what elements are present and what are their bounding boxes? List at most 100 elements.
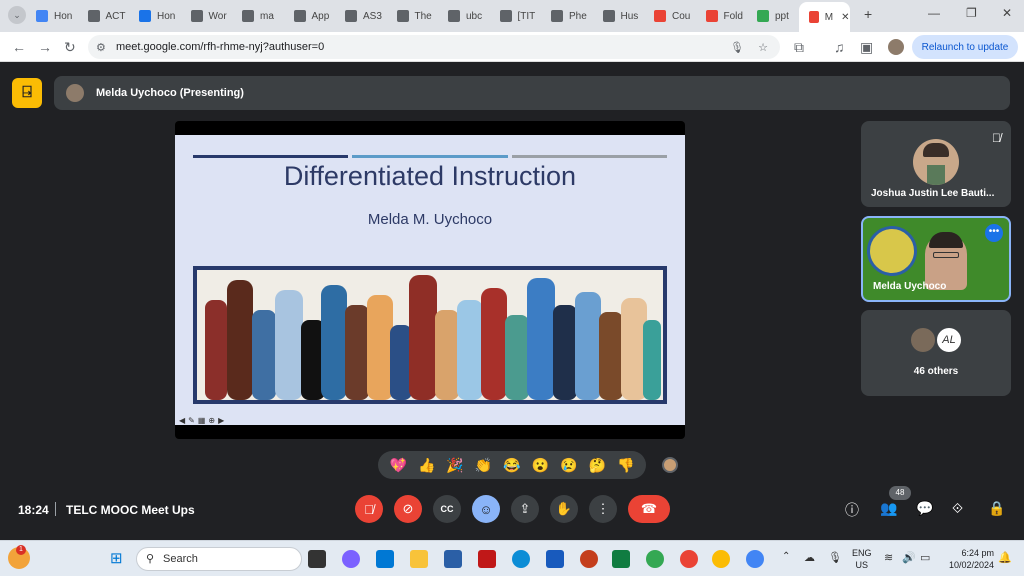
chrome-profile-2-icon[interactable] — [712, 550, 730, 568]
chrome-profile-3-icon[interactable] — [746, 550, 764, 568]
tab-favicon-icon — [87, 10, 100, 22]
reaction-emoji[interactable]: 😮 — [532, 457, 549, 474]
people-icon[interactable]: 👥 — [880, 500, 897, 517]
tray-chevron-icon[interactable]: ⌃ — [782, 551, 790, 562]
browser-tab[interactable]: ubc — [438, 4, 489, 28]
task-view-icon[interactable] — [308, 550, 326, 568]
file-explorer-icon[interactable] — [410, 550, 428, 568]
word-icon[interactable] — [546, 550, 564, 568]
excel-icon[interactable] — [612, 550, 630, 568]
browser-tab[interactable]: ppt — [747, 4, 798, 28]
browser-tab[interactable]: M ✕ — [798, 2, 850, 32]
reaction-emoji[interactable]: 😢 — [560, 457, 577, 474]
back-icon[interactable]: ← — [12, 39, 26, 55]
close-window-button[interactable]: ✕ — [1002, 6, 1012, 20]
maximize-button[interactable]: ❐ — [966, 6, 977, 20]
browser-tab[interactable]: [TIT — [490, 4, 541, 28]
tab-favicon-icon — [36, 10, 48, 22]
powerpoint-icon[interactable] — [580, 550, 598, 568]
prev-slide-icon[interactable]: ◀ — [179, 416, 185, 425]
slide-controls: ◀ ✎ ▦ ⊕ ▶ — [179, 416, 224, 425]
taskbar-search[interactable]: ⚲ Search — [136, 547, 302, 571]
tab-label: AS3 — [363, 10, 382, 22]
widgets-icon[interactable] — [376, 550, 394, 568]
bookmark-star-icon[interactable]: ☆ — [758, 41, 768, 54]
reaction-emoji[interactable]: 🎉 — [446, 457, 463, 474]
browser-tab[interactable]: ACT — [78, 4, 129, 28]
store-icon[interactable] — [444, 550, 462, 568]
wifi-icon[interactable]: ≋ — [884, 551, 893, 564]
slide-grid-icon[interactable]: ▦ — [198, 416, 206, 425]
browser-tab[interactable]: Cou — [644, 4, 695, 28]
browser-tab[interactable]: Wor — [181, 4, 232, 28]
sidepanel-icon[interactable]: ▣ — [860, 39, 873, 56]
raised-hands-illustration — [205, 275, 661, 400]
presenting-label: Melda Uychoco (Presenting) — [96, 87, 244, 99]
reaction-emoji[interactable]: 👍 — [418, 457, 435, 474]
reaction-emoji[interactable]: 😂 — [503, 457, 520, 474]
clock[interactable]: 6:24 pm 10/02/2024 — [936, 547, 994, 571]
new-tab-button[interactable]: + — [864, 6, 872, 22]
browser-tab[interactable]: App — [284, 4, 335, 28]
minimize-button[interactable]: — — [928, 6, 940, 20]
notifications-bell-icon[interactable]: 🔔 — [998, 551, 1012, 564]
participant-tile-joshua[interactable]: 🎙̸ Joshua Justin Lee Bauti... — [861, 121, 1011, 207]
raise-hand-button[interactable]: ✋ — [550, 495, 578, 523]
more-options-button[interactable]: ⋮ — [589, 495, 617, 523]
chat-app-icon[interactable] — [342, 550, 360, 568]
url-input[interactable]: ⚙ meet.google.com/rfh-rhme-nyj?authuser=… — [88, 35, 780, 59]
browser-tab[interactable]: The — [387, 4, 438, 28]
meet-logo-icon[interactable]: ⍈ — [12, 78, 42, 108]
tray-app-icon[interactable]: ☁ — [804, 551, 815, 564]
reaction-emoji[interactable]: 👎 — [617, 457, 634, 474]
reaction-emoji[interactable]: 🤔 — [589, 457, 606, 474]
close-tab-icon[interactable]: ✕ — [841, 12, 849, 23]
browser-tab[interactable]: Phe — [541, 4, 592, 28]
reload-icon[interactable]: ↻ — [64, 39, 76, 56]
browser-tab[interactable]: AS3 — [335, 4, 386, 28]
relaunch-button[interactable]: Relaunch to update — [912, 35, 1018, 59]
more-options-icon[interactable]: ••• — [985, 224, 1003, 242]
chrome-profile-icon[interactable] — [680, 550, 698, 568]
reaction-emoji[interactable]: 👏 — [475, 457, 492, 474]
language-indicator[interactable]: ENG US — [852, 547, 872, 571]
activities-icon[interactable]: ⟐ — [952, 500, 963, 517]
leave-call-button[interactable]: ☎ — [628, 495, 670, 523]
host-controls-icon[interactable]: 🔒 — [988, 500, 1005, 517]
mic-icon[interactable]: 🎙 — [730, 41, 744, 54]
search-icon: ⚲ — [146, 553, 155, 565]
browser-tab[interactable]: Fold — [696, 4, 747, 28]
camera-off-button[interactable]: ⊘ — [394, 495, 422, 523]
reaction-emoji[interactable]: 💖 — [390, 457, 407, 474]
extensions-icon[interactable]: ⧉ — [794, 39, 804, 56]
browser-tab[interactable]: Hus — [593, 4, 644, 28]
tab-search-button[interactable]: ⌄ — [8, 6, 26, 24]
next-slide-icon[interactable]: ▶ — [218, 416, 224, 425]
mic-off-button[interactable]: 🎙̸ — [355, 495, 383, 523]
meeting-info-icon[interactable]: ⓘ — [845, 500, 859, 520]
participant-tile-melda[interactable]: ••• Melda Uychoco — [861, 216, 1011, 302]
volume-icon[interactable]: 🔊 — [902, 551, 916, 564]
zoom-icon[interactable]: ⊕ — [208, 416, 215, 425]
battery-icon[interactable]: ▭ — [920, 551, 930, 564]
browser-tab[interactable]: Hon — [26, 4, 77, 28]
chrome-icon[interactable] — [646, 550, 664, 568]
present-button[interactable]: ⇪ — [511, 495, 539, 523]
skin-tone-selector[interactable] — [662, 457, 678, 473]
profile-avatar[interactable] — [888, 39, 904, 55]
others-tile[interactable]: AL 46 others — [861, 310, 1011, 396]
forward-icon[interactable]: → — [38, 39, 52, 55]
reactions-button[interactable]: ☺ — [472, 495, 500, 523]
mcafee-icon[interactable] — [478, 550, 496, 568]
windows-start-icon[interactable]: ⊞ — [110, 549, 123, 567]
browser-tab[interactable]: Hon — [129, 4, 180, 28]
browser-tab[interactable]: ma — [232, 4, 283, 28]
tray-mic-icon[interactable]: 🎙 — [828, 551, 842, 564]
edge-icon[interactable] — [512, 550, 530, 568]
chat-icon[interactable]: 💬 — [916, 500, 933, 517]
media-icon[interactable]: ♫ — [834, 39, 845, 55]
site-info-icon[interactable]: ⚙ — [96, 41, 106, 54]
captions-button[interactable]: CC — [433, 495, 461, 523]
raised-hands-image — [193, 266, 667, 404]
pen-icon[interactable]: ✎ — [188, 416, 195, 425]
